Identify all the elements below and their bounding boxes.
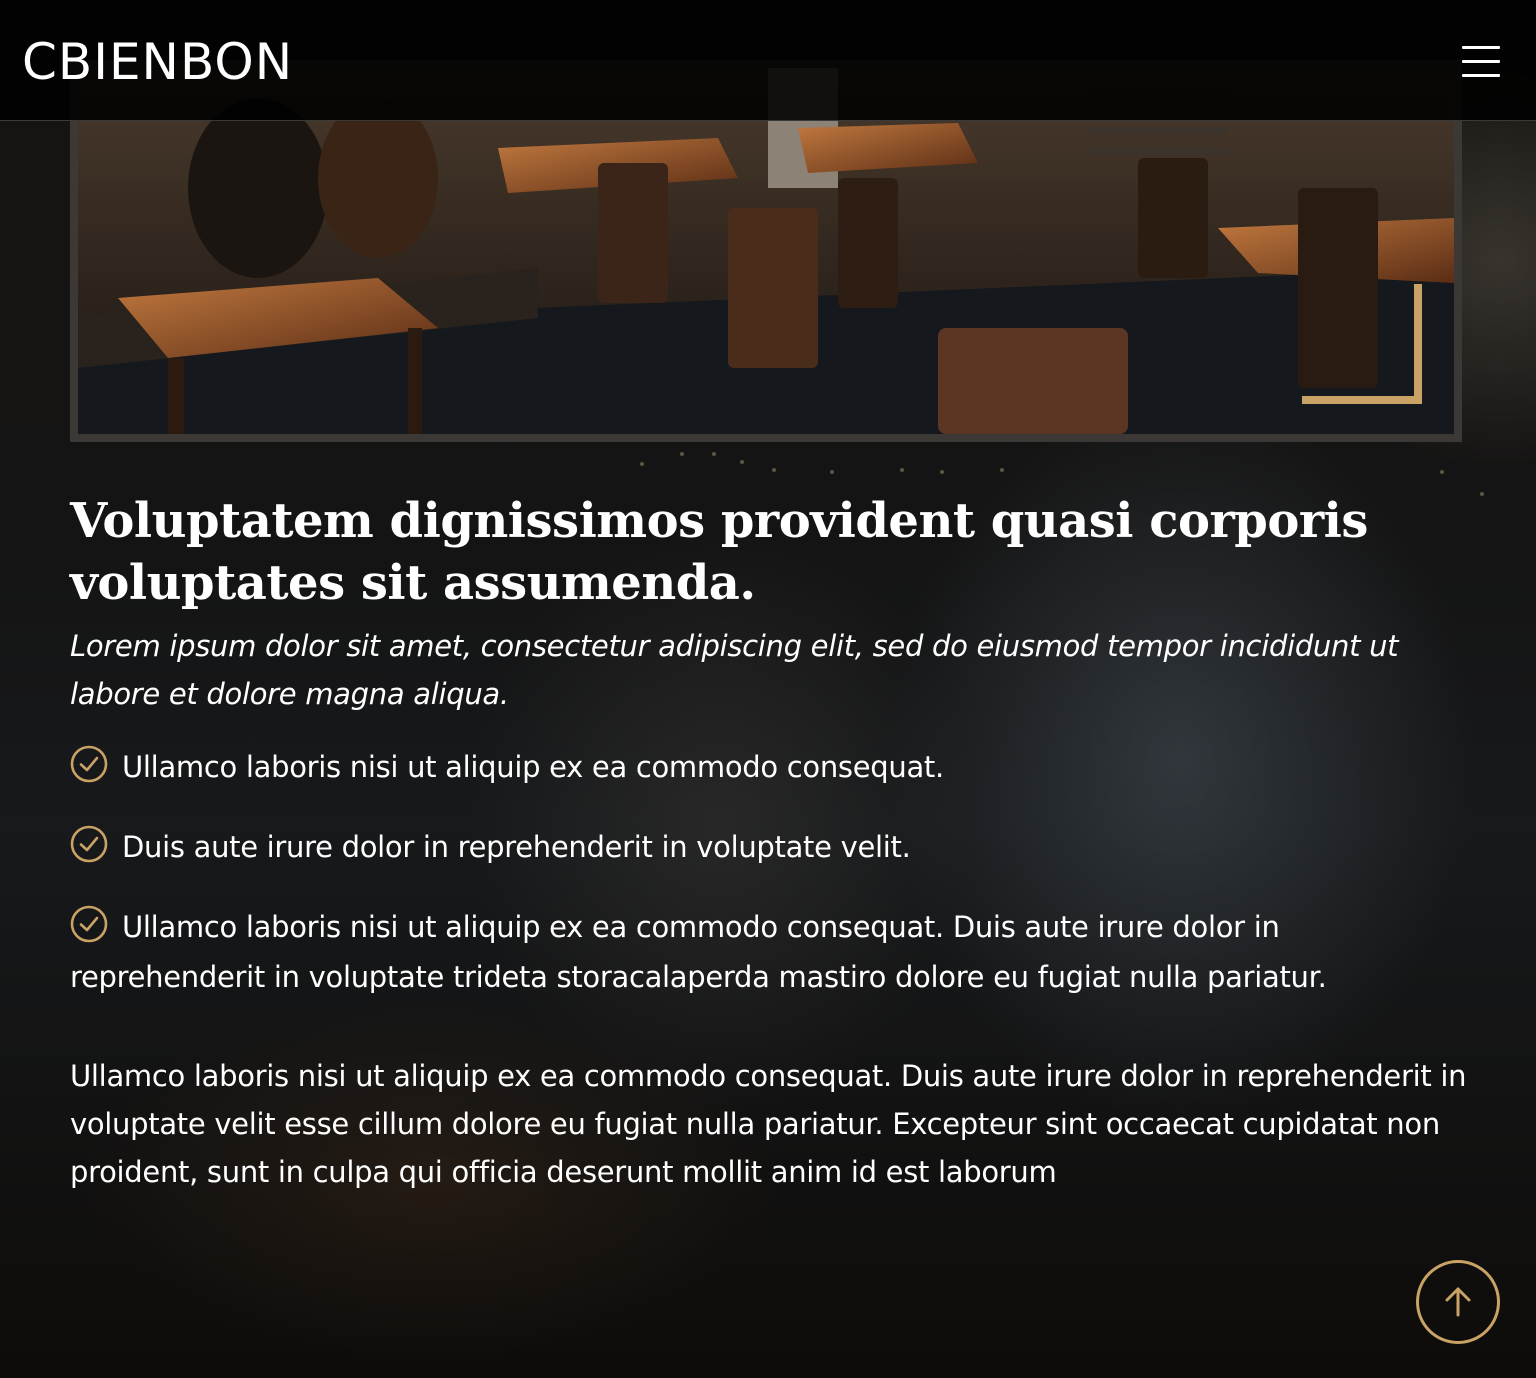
restaurant-interior-photo	[78, 68, 1454, 434]
back-to-top-button[interactable]	[1416, 1260, 1500, 1344]
bokeh-light	[1000, 468, 1004, 472]
section-headline: Voluptatem dignissimos provident quasi c…	[70, 493, 1368, 611]
about-section: Voluptatem dignissimos provident quasi c…	[70, 490, 1470, 1196]
bokeh-light	[900, 468, 904, 472]
section-lead: Lorem ipsum dolor sit amet, consectetur …	[70, 629, 1399, 711]
checklist-item: Duis aute irure dolor in reprehenderit i…	[70, 822, 1470, 872]
section-body-text: Ullamco laboris nisi ut aliquip ex ea co…	[70, 1059, 1467, 1189]
checklist-item-text: Duis aute irure dolor in reprehenderit i…	[122, 830, 911, 864]
checklist-item: Ullamco laboris nisi ut aliquip ex ea co…	[70, 902, 1470, 1002]
bokeh-light	[680, 452, 684, 456]
check-circle-icon	[70, 905, 108, 943]
hamburger-menu-icon[interactable]	[1458, 42, 1506, 82]
checklist-item-text: Ullamco laboris nisi ut aliquip ex ea co…	[122, 750, 944, 784]
bokeh-light	[830, 470, 834, 474]
arrow-up-icon	[1445, 1287, 1471, 1317]
bokeh-light	[772, 468, 776, 472]
check-circle-icon	[70, 745, 108, 783]
bokeh-light	[640, 462, 644, 466]
check-circle-icon	[70, 825, 108, 863]
site-header: CBIENBON	[0, 0, 1536, 121]
corner-accent-bracket	[1302, 284, 1422, 404]
checklist-item: Ullamco laboris nisi ut aliquip ex ea co…	[70, 742, 1470, 792]
site-logo[interactable]: CBIENBON	[22, 32, 293, 92]
bokeh-light	[740, 460, 744, 464]
bokeh-light	[1480, 492, 1484, 496]
feature-checklist: Ullamco laboris nisi ut aliquip ex ea co…	[70, 742, 1470, 1002]
bokeh-light	[712, 452, 716, 456]
bokeh-light	[940, 470, 944, 474]
bokeh-light	[1440, 470, 1444, 474]
checklist-item-text: Ullamco laboris nisi ut aliquip ex ea co…	[70, 910, 1327, 994]
